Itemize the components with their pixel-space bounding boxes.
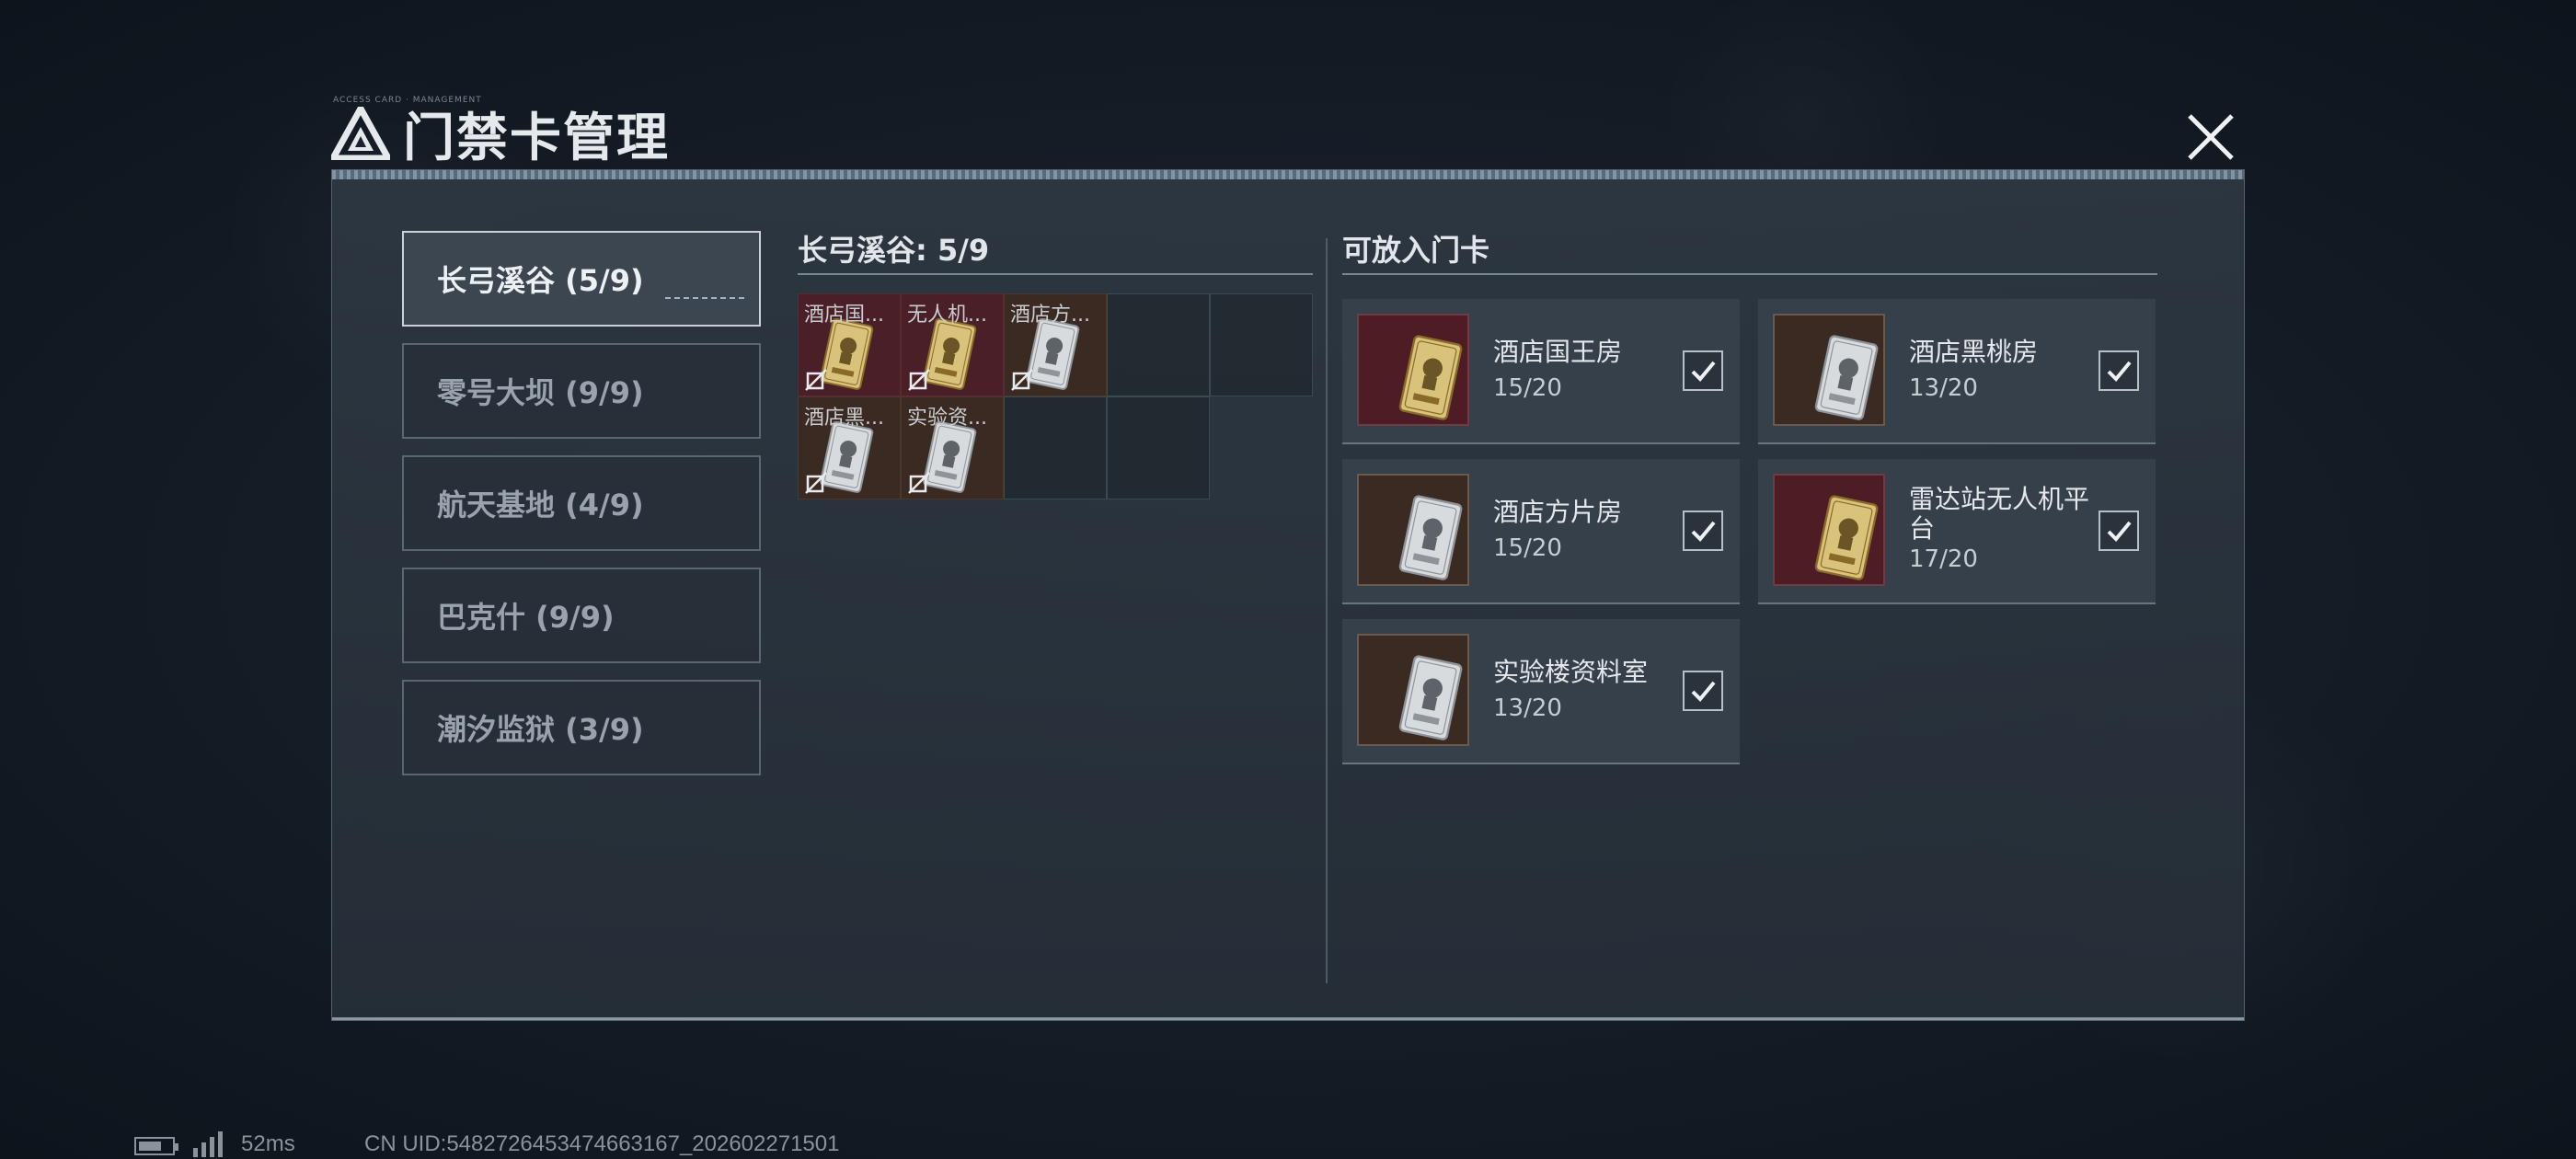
card-checkbox[interactable] [2099, 511, 2139, 551]
card-thumbnail [1357, 474, 1469, 586]
card-slot-filled[interactable]: 实验资... [901, 396, 1004, 499]
tab-zero-dam[interactable]: 零号大坝 (9/9) [402, 343, 761, 439]
checkmark-icon [1691, 361, 1716, 382]
unbind-icon [907, 471, 931, 495]
card-slot-filled[interactable]: 酒店国... [798, 293, 901, 396]
available-section-title: 可放入门卡 [1342, 233, 1490, 268]
card-count: 15/20 [1493, 534, 1562, 562]
available-section-underline [1342, 273, 2157, 275]
access-card-icon [1793, 485, 1879, 580]
available-card-item[interactable]: 实验楼资料室 13/20 [1342, 619, 1740, 764]
slot-label: 无人机... [907, 304, 987, 327]
available-card-item[interactable]: 雷达站无人机平台 17/20 [1758, 459, 2156, 604]
card-checkbox[interactable] [2099, 350, 2139, 391]
slots-section-underline [798, 273, 1313, 275]
slots-section-title: 长弓溪谷: 5/9 [798, 233, 990, 268]
panel-bottom-bar [332, 1017, 2244, 1020]
card-name: 雷达站无人机平台 [1909, 484, 2090, 544]
card-count: 13/20 [1493, 694, 1562, 722]
tab-label: 航天基地 (4/9) [437, 488, 644, 522]
card-count: 13/20 [1909, 374, 1978, 402]
main-panel: 长弓溪谷 (5/9) 零号大坝 (9/9) 航天基地 (4/9) 巴克什 (9/… [331, 169, 2245, 1021]
slot-label: 实验资... [907, 407, 987, 430]
tab-tidal-prison[interactable]: 潮汐监狱 (3/9) [402, 680, 761, 775]
tab-space-base[interactable]: 航天基地 (4/9) [402, 455, 761, 551]
card-slot-empty[interactable] [1004, 396, 1107, 499]
tab-brakesh[interactable]: 巴克什 (9/9) [402, 568, 761, 663]
card-slot-empty[interactable] [1107, 396, 1210, 499]
card-checkbox[interactable] [1683, 511, 1723, 551]
checkmark-icon [1691, 521, 1716, 542]
slot-label: 酒店黑... [804, 407, 884, 430]
card-thumbnail [1773, 474, 1885, 586]
available-card-item[interactable]: 酒店方片房 15/20 [1342, 459, 1740, 604]
card-checkbox[interactable] [1683, 350, 1723, 391]
ping-readout: 52ms [241, 1131, 295, 1156]
card-thumbnail [1357, 314, 1469, 426]
card-name: 实验楼资料室 [1493, 657, 1649, 687]
tab-label: 巴克什 (9/9) [437, 600, 615, 635]
close-icon [2188, 114, 2234, 160]
page-title: 门禁卡管理 [403, 108, 670, 168]
unbind-icon [804, 368, 828, 392]
battery-icon [134, 1137, 178, 1155]
close-button[interactable] [2182, 109, 2239, 166]
card-slot-filled[interactable]: 无人机... [901, 293, 1004, 396]
vertical-divider [1326, 238, 1328, 983]
available-card-item[interactable]: 酒店黑桃房 13/20 [1758, 299, 2156, 444]
signal-icon [193, 1131, 223, 1157]
card-thumbnail [1357, 634, 1469, 746]
tab-label: 长弓溪谷 (5/9) [437, 263, 644, 298]
card-slot-empty[interactable] [1107, 293, 1210, 396]
uid-readout: CN UID:5482726453474663167_202602271501 [364, 1131, 840, 1156]
card-name: 酒店黑桃房 [1909, 337, 2039, 367]
tab-changgong-valley[interactable]: 长弓溪谷 (5/9) [402, 231, 761, 327]
card-name: 酒店方片房 [1493, 497, 1623, 527]
window-title: 门禁卡管理 [331, 101, 670, 168]
unbind-icon [907, 368, 931, 392]
card-thumbnail [1773, 314, 1885, 426]
access-card-icon [1377, 485, 1463, 580]
unbind-icon [1010, 368, 1034, 392]
unbind-icon [804, 471, 828, 495]
card-checkbox[interactable] [1683, 671, 1723, 711]
card-count: 17/20 [1909, 545, 1978, 573]
access-card-icon [1377, 325, 1463, 420]
card-slot-filled[interactable]: 酒店黑... [798, 396, 901, 499]
slot-label: 酒店方... [1010, 304, 1090, 327]
card-slot-empty[interactable] [1210, 293, 1313, 396]
card-name: 酒店国王房 [1493, 337, 1623, 367]
tab-label: 零号大坝 (9/9) [437, 375, 644, 410]
checkmark-icon [2107, 361, 2132, 382]
card-count: 15/20 [1493, 374, 1562, 402]
access-card-icon [1377, 645, 1463, 740]
access-card-icon [1793, 325, 1879, 420]
checkmark-icon [1691, 681, 1716, 702]
available-card-item[interactable]: 酒店国王房 15/20 [1342, 299, 1740, 444]
card-slot-filled[interactable]: 酒店方... [1004, 293, 1107, 396]
triangle-logo-icon [331, 107, 390, 160]
panel-top-bar [332, 170, 2244, 179]
tab-label: 潮汐监狱 (3/9) [437, 712, 644, 747]
checkmark-icon [2107, 521, 2132, 542]
slot-label: 酒店国... [804, 304, 884, 327]
